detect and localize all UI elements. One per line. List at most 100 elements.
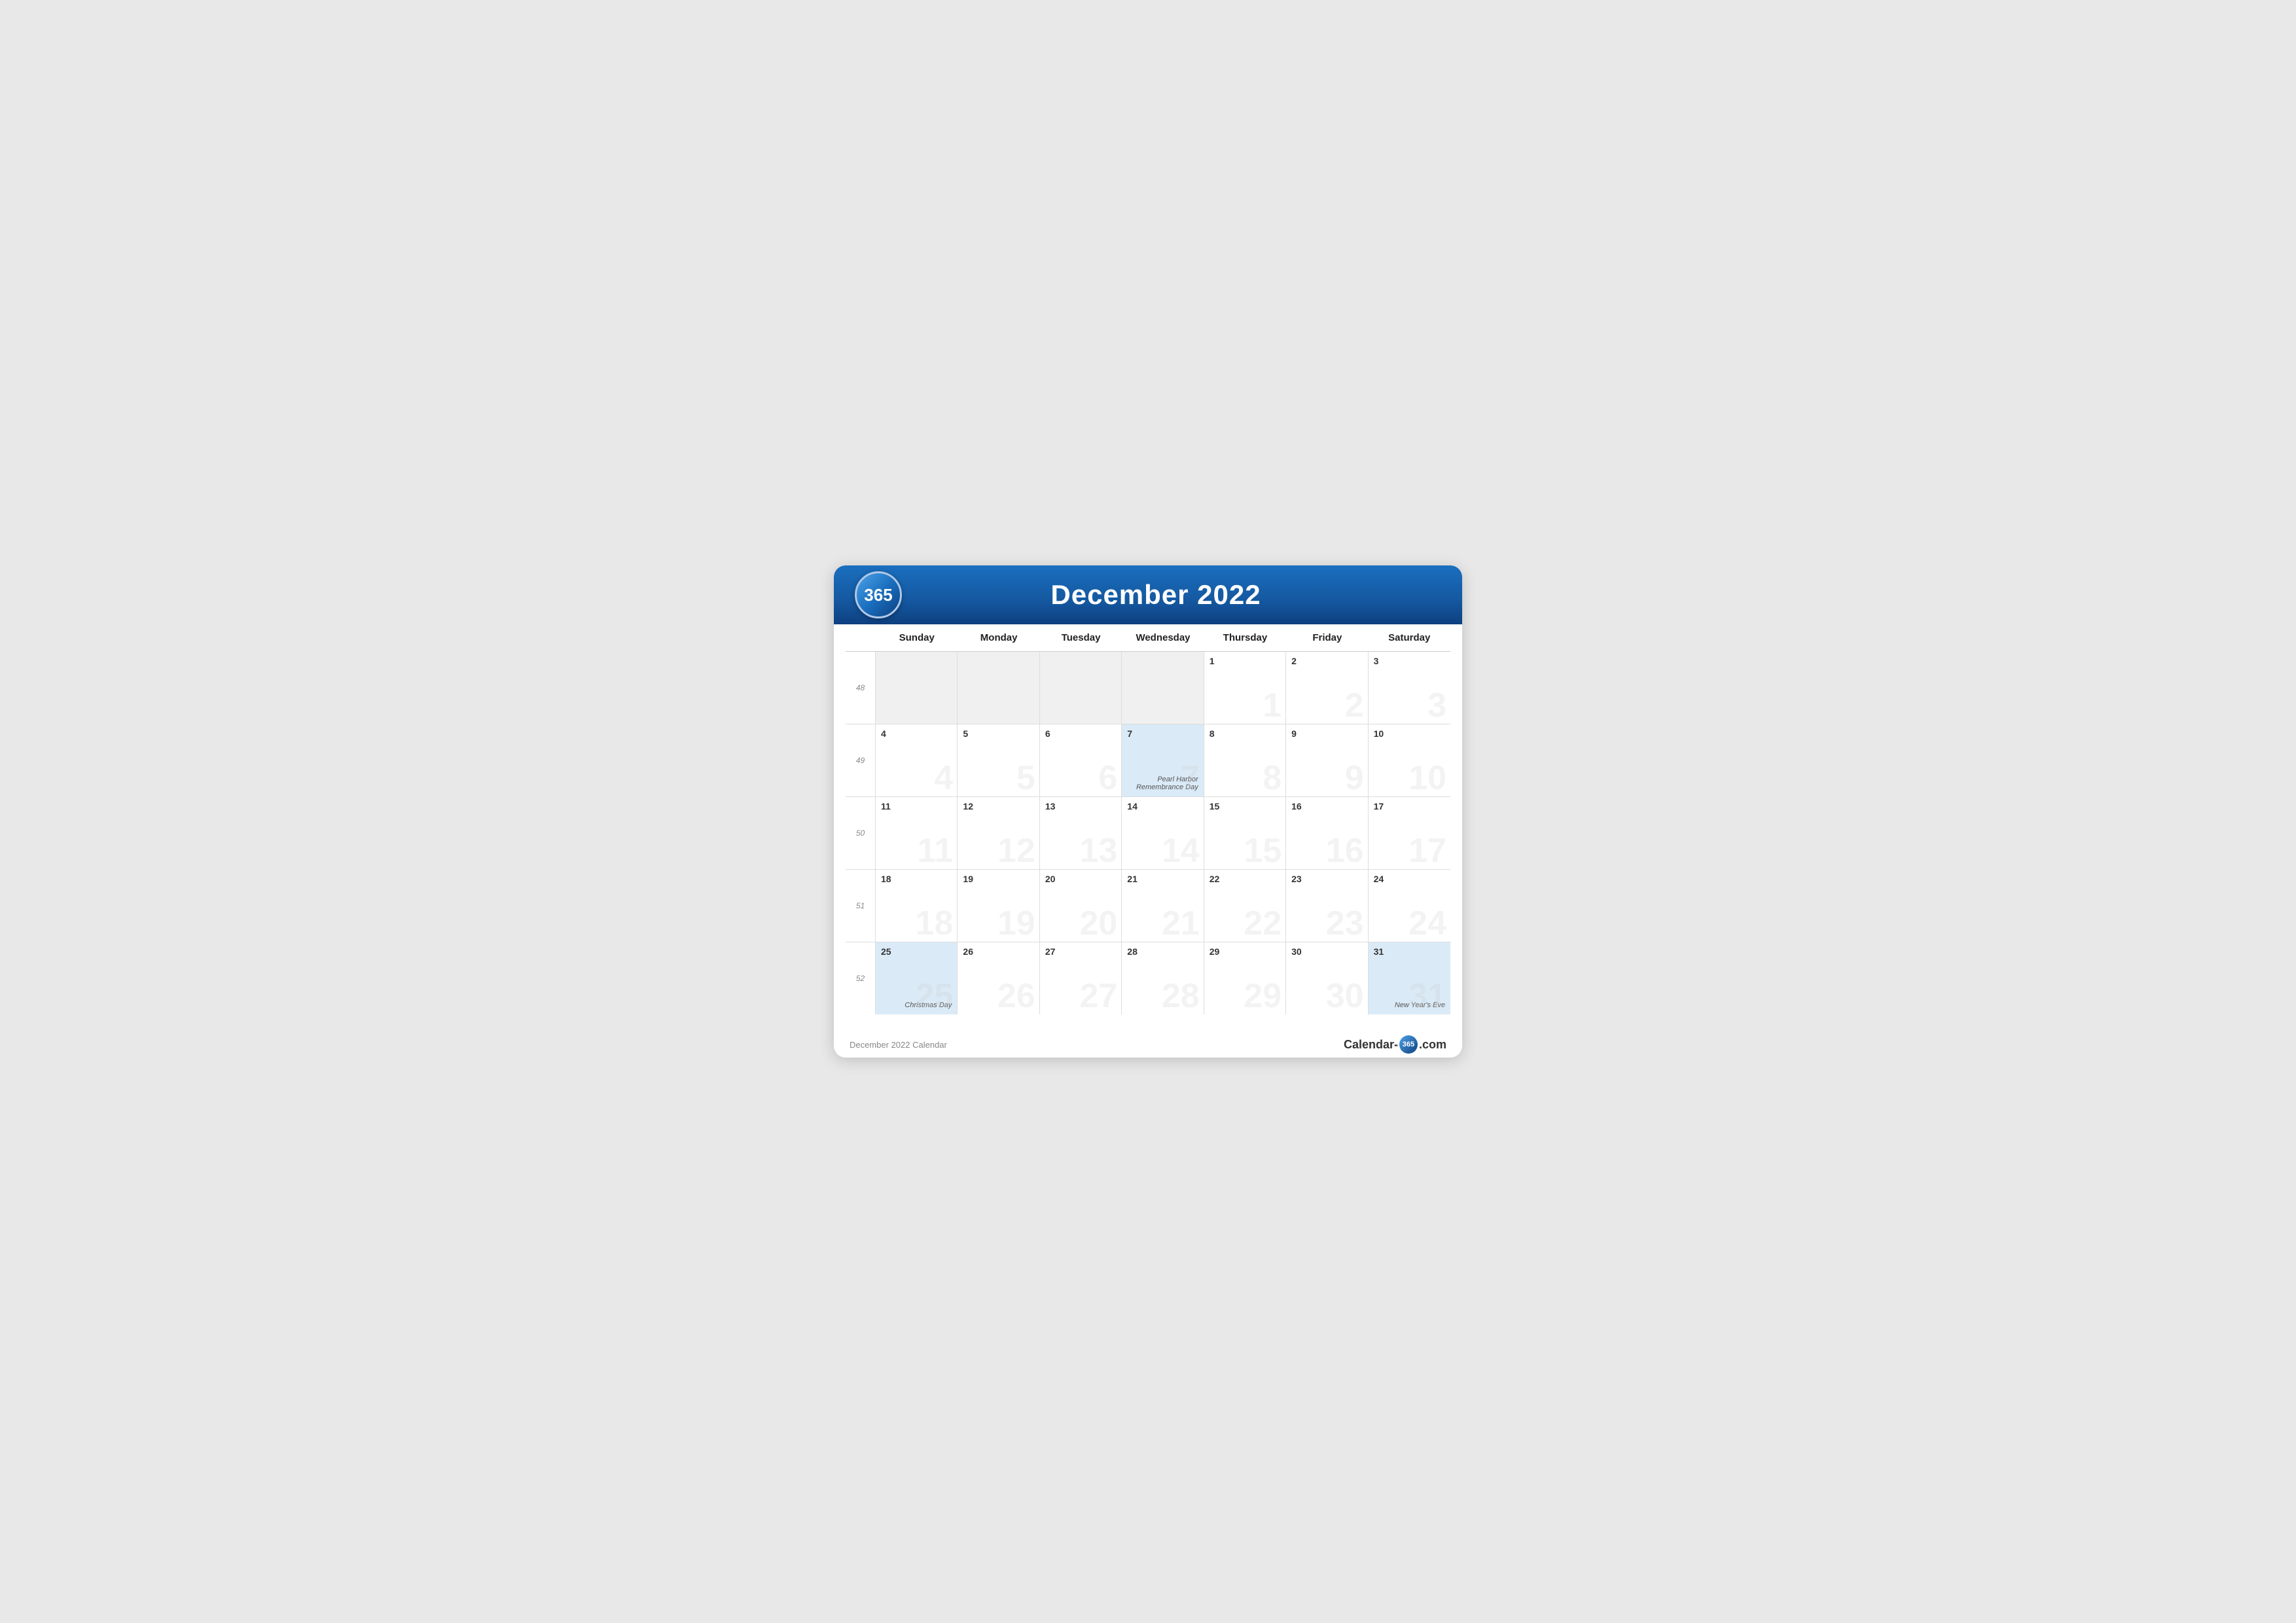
day-cell-24[interactable]: 24 24 <box>1369 870 1450 942</box>
day-cell-25[interactable]: 2525Christmas Day <box>876 942 958 1014</box>
day-bg-number-12: 12 <box>997 834 1035 868</box>
day-bg-number-14: 14 <box>1162 834 1200 868</box>
week-num-0: 48 <box>846 652 876 724</box>
week-num-1: 49 <box>846 724 876 796</box>
day-bg-number-8: 8 <box>1263 761 1282 795</box>
day-cell-23[interactable]: 23 23 <box>1286 870 1368 942</box>
day-cell-18[interactable]: 1818 <box>876 870 958 942</box>
day-number-13: 13 <box>1045 801 1116 812</box>
brand-365-circle: 365 <box>1399 1035 1418 1054</box>
day-cell-11[interactable]: 1111 <box>876 797 958 869</box>
empty-cell-w0d3 <box>1122 652 1204 724</box>
day-bg-number-21: 21 <box>1162 906 1200 940</box>
day-cell-26[interactable]: 26 26 <box>958 942 1039 1014</box>
day-number-28: 28 <box>1127 946 1198 957</box>
day-number-15: 15 <box>1210 801 1280 812</box>
day-bg-number-17: 17 <box>1408 834 1446 868</box>
day-cell-29[interactable]: 29 29 <box>1204 942 1286 1014</box>
day-number-18: 18 <box>881 874 952 884</box>
day-number-4: 4 <box>881 728 952 739</box>
day-cell-6[interactable]: 66 <box>1040 724 1122 796</box>
day-number-20: 20 <box>1045 874 1116 884</box>
day-cell-17[interactable]: 1717 <box>1369 797 1450 869</box>
day-bg-number-11: 11 <box>917 834 953 868</box>
day-number-7: 7 <box>1127 728 1198 739</box>
day-cell-22[interactable]: 2222 <box>1204 870 1286 942</box>
week-row-4: 522525Christmas Day262627272828292930303… <box>846 942 1450 1014</box>
day-cell-2[interactable]: 22 <box>1286 652 1368 724</box>
weeks-container: 481122334944556677Pearl Harbor Remembran… <box>846 652 1450 1014</box>
dow-friday: Friday <box>1286 630 1368 646</box>
day-number-27: 27 <box>1045 946 1116 957</box>
day-cell-8[interactable]: 88 <box>1204 724 1286 796</box>
day-number-17: 17 <box>1374 801 1445 812</box>
day-bg-number-13: 13 <box>1079 834 1117 868</box>
day-bg-number-4: 4 <box>935 761 954 795</box>
day-cell-20[interactable]: 2020 <box>1040 870 1122 942</box>
day-bg-number-26: 26 <box>997 979 1035 1013</box>
day-cell-13[interactable]: 13 13 <box>1040 797 1122 869</box>
footer-logo: Calendar- 365 .com <box>1344 1035 1446 1054</box>
day-number-16: 16 <box>1291 801 1362 812</box>
day-number-31: 31 <box>1374 946 1445 957</box>
brand-text-after: .com <box>1419 1038 1446 1052</box>
day-cell-12[interactable]: 1212 <box>958 797 1039 869</box>
day-cell-4[interactable]: 44 <box>876 724 958 796</box>
day-cell-7[interactable]: 77Pearl Harbor Remembrance Day <box>1122 724 1204 796</box>
day-cell-1[interactable]: 11 <box>1204 652 1286 724</box>
day-number-24: 24 <box>1374 874 1445 884</box>
calendar-body: Sunday Monday Tuesday Wednesday Thursday… <box>834 624 1462 1026</box>
day-cell-27[interactable]: 27 27 <box>1040 942 1122 1014</box>
calendar-footer: December 2022 Calendar Calendar- 365 .co… <box>834 1026 1462 1058</box>
week-row-0: 48112233 <box>846 652 1450 724</box>
day-cell-10[interactable]: 1010 <box>1369 724 1450 796</box>
day-cell-28[interactable]: 2828 <box>1122 942 1204 1014</box>
days-of-week-row: Sunday Monday Tuesday Wednesday Thursday… <box>846 624 1450 652</box>
calendar-title: December 2022 <box>918 579 1394 611</box>
day-bg-number-15: 15 <box>1244 834 1282 868</box>
day-cell-19[interactable]: 1919 <box>958 870 1039 942</box>
day-number-5: 5 <box>963 728 1033 739</box>
day-number-23: 23 <box>1291 874 1362 884</box>
day-cell-15[interactable]: 1515 <box>1204 797 1286 869</box>
day-number-26: 26 <box>963 946 1033 957</box>
day-number-3: 3 <box>1374 656 1445 666</box>
day-cell-5[interactable]: 55 <box>958 724 1039 796</box>
calendar-header: 365 December 2022 <box>834 565 1462 624</box>
logo-circle: 365 <box>855 571 902 618</box>
day-bg-number-3: 3 <box>1427 688 1446 722</box>
day-number-1: 1 <box>1210 656 1280 666</box>
day-cell-14[interactable]: 1414 <box>1122 797 1204 869</box>
day-bg-number-23: 23 <box>1326 906 1364 940</box>
day-cell-16[interactable]: 1616 <box>1286 797 1368 869</box>
week-num-2: 50 <box>846 797 876 869</box>
day-bg-number-22: 22 <box>1244 906 1282 940</box>
empty-cell-w0d2 <box>1040 652 1122 724</box>
day-cell-30[interactable]: 30 30 <box>1286 942 1368 1014</box>
day-number-30: 30 <box>1291 946 1362 957</box>
day-bg-number-1: 1 <box>1263 688 1282 722</box>
dow-sunday: Sunday <box>876 630 958 646</box>
week-num-4: 52 <box>846 942 876 1014</box>
day-bg-number-18: 18 <box>916 906 954 940</box>
week-row-2: 501111121213131414151516161717 <box>846 797 1450 870</box>
day-bg-number-24: 24 <box>1408 906 1446 940</box>
day-cell-3[interactable]: 33 <box>1369 652 1450 724</box>
holiday-label-7: Pearl Harbor Remembrance Day <box>1127 776 1198 793</box>
week-row-3: 511818191920202121222223232424 <box>846 870 1450 942</box>
dow-saturday: Saturday <box>1369 630 1450 646</box>
day-cell-9[interactable]: 99 <box>1286 724 1368 796</box>
day-cell-31[interactable]: 3131New Year's Eve <box>1369 942 1450 1014</box>
day-number-29: 29 <box>1210 946 1280 957</box>
day-cell-21[interactable]: 2121 <box>1122 870 1204 942</box>
dow-thursday: Thursday <box>1204 630 1286 646</box>
day-bg-number-30: 30 <box>1326 979 1364 1013</box>
day-bg-number-10: 10 <box>1408 761 1446 795</box>
week-num-header <box>846 630 876 646</box>
day-bg-number-29: 29 <box>1244 979 1282 1013</box>
dow-monday: Monday <box>958 630 1039 646</box>
day-bg-number-27: 27 <box>1079 979 1117 1013</box>
brand-text-before: Calendar- <box>1344 1038 1398 1052</box>
week-row-1: 4944556677Pearl Harbor Remembrance Day88… <box>846 724 1450 797</box>
day-bg-number-19: 19 <box>997 906 1035 940</box>
